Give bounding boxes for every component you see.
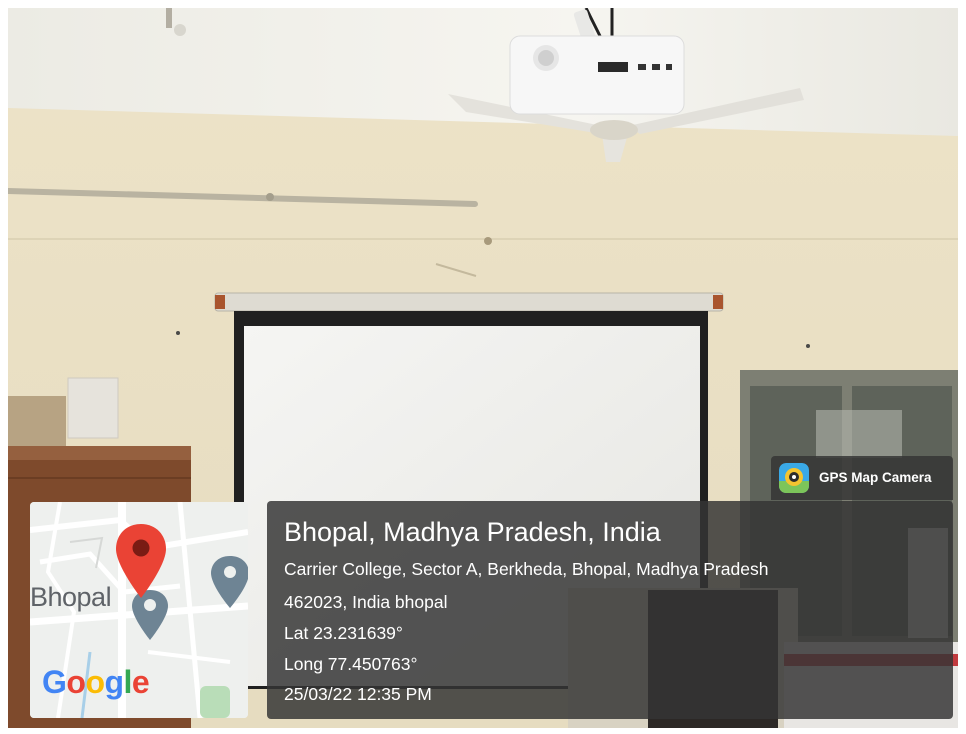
google-logo-letter: e [131, 664, 150, 700]
longitude-text: Long 77.450763° [284, 654, 418, 674]
google-logo: Google [42, 664, 150, 701]
google-logo-letter: G [42, 664, 67, 700]
timestamp-text: 25/03/22 12:35 PM [284, 684, 432, 704]
gps-map-camera-icon [779, 463, 809, 493]
app-badge: GPS Map Camera [771, 456, 953, 500]
google-logo-letter: o [85, 664, 105, 700]
location-title: Bhopal, Madhya Pradesh, India [284, 517, 661, 547]
google-logo-letter: g [104, 664, 124, 700]
google-logo-letter: l [123, 664, 133, 700]
map-city-label: Bhopal [30, 582, 112, 612]
google-logo-letter: o [66, 664, 86, 700]
location-info-panel: Bhopal, Madhya Pradesh, India Carrier Co… [267, 501, 953, 719]
address-line-1: Carrier College, Sector A, Berkheda, Bho… [284, 559, 769, 579]
app-badge-label: GPS Map Camera [819, 470, 932, 485]
map-thumbnail[interactable]: Bhopal Google [30, 502, 248, 718]
address-line-2: 462023, India bhopal [284, 592, 448, 612]
latitude-text: Lat 23.231639° [284, 623, 403, 643]
